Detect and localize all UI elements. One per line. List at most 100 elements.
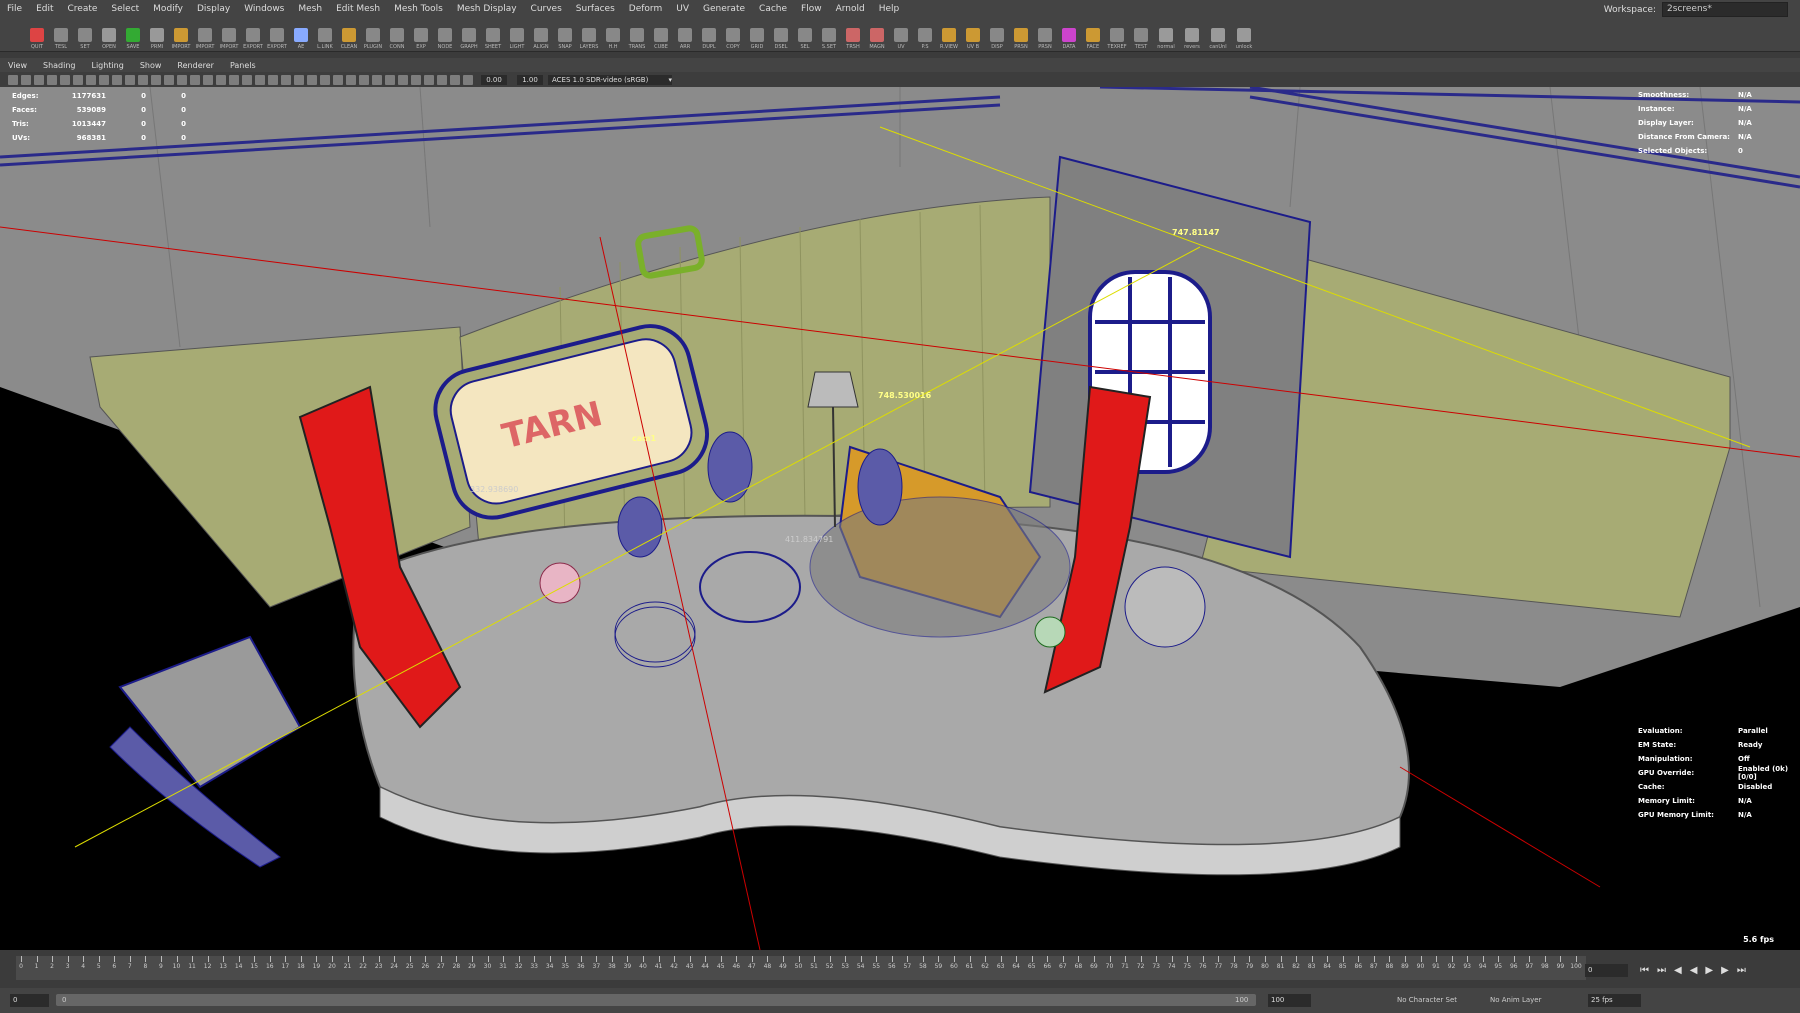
viewport-tool-icon[interactable] (99, 74, 109, 85)
viewport-tool-icon[interactable] (86, 74, 96, 85)
viewport-tool-icon[interactable] (398, 74, 408, 85)
viewport-tool-icon[interactable] (450, 74, 460, 85)
shelf-button-clean[interactable]: CLEAN (338, 20, 360, 50)
gamma-field[interactable]: 1.00 (517, 74, 543, 85)
viewport-tool-icon[interactable] (34, 74, 44, 85)
3d-viewport[interactable]: TARN 747.81147 748.530016 cam1 332.93869… (0, 87, 1800, 950)
shelf-button-dsel[interactable]: DSEL (770, 20, 792, 50)
shelf-button-h-h[interactable]: H.H (602, 20, 624, 50)
shelf-button-magn[interactable]: MAGN (866, 20, 888, 50)
shelf-button-copy[interactable]: COPY (722, 20, 744, 50)
viewport-tool-icon[interactable] (333, 74, 343, 85)
character-set-label[interactable]: No Character Set (1397, 996, 1457, 1004)
menu-edit[interactable]: Edit (29, 4, 60, 14)
shelf-button-uv[interactable]: UV (890, 20, 912, 50)
shelf-button-tesl[interactable]: TESL (50, 20, 72, 50)
menu-deform[interactable]: Deform (622, 4, 669, 14)
viewport-tool-icon[interactable] (216, 74, 226, 85)
viewport-tool-icon[interactable] (242, 74, 252, 85)
shelf-button-sheet[interactable]: SHEET (482, 20, 504, 50)
workspace-dropdown[interactable]: 2screens* (1662, 2, 1788, 17)
panel-menu-panels[interactable]: Panels (222, 61, 264, 70)
menu-mesh-display[interactable]: Mesh Display (450, 4, 524, 14)
viewport-tool-icon[interactable] (190, 74, 200, 85)
viewport-tool-icon[interactable] (372, 74, 382, 85)
menu-modify[interactable]: Modify (146, 4, 190, 14)
shelf-button-trsh[interactable]: TRSH (842, 20, 864, 50)
shelf-button-open[interactable]: OPEN (98, 20, 120, 50)
go-end-icon[interactable]: ⏭ (1737, 965, 1746, 976)
menu-curves[interactable]: Curves (524, 4, 569, 14)
viewport-tool-icon[interactable] (255, 74, 265, 85)
viewport-tool-icon[interactable] (385, 74, 395, 85)
end-time-field[interactable]: 100 (1268, 994, 1311, 1007)
viewport-tool-icon[interactable] (47, 74, 57, 85)
shelf-button-s-set[interactable]: S.SET (818, 20, 840, 50)
shelf-button-grid[interactable]: GRID (746, 20, 768, 50)
shelf-button-exp[interactable]: EXP (410, 20, 432, 50)
shelf-button-trans[interactable]: TRANS (626, 20, 648, 50)
fps-dropdown[interactable]: 25 fps (1588, 994, 1641, 1007)
viewport-tool-icon[interactable] (307, 74, 317, 85)
panel-menu-lighting[interactable]: Lighting (83, 61, 131, 70)
time-ruler[interactable]: 0 1 2 3 4 5 6 7 8 9 10 11 12 13 14 15 16 17 18 19 20 21 22 23 24… (16, 956, 1586, 980)
menu-windows[interactable]: Windows (237, 4, 291, 14)
viewport-tool-icon[interactable] (463, 74, 473, 85)
shelf-button-layers[interactable]: LAYERS (578, 20, 600, 50)
viewport-tool-icon[interactable] (294, 74, 304, 85)
shelf-button-align[interactable]: ALIGN (530, 20, 552, 50)
shelf-button-disp[interactable]: DISP (986, 20, 1008, 50)
play-forward-icon[interactable]: ▶ (1705, 965, 1713, 976)
shelf-button-p-s[interactable]: P.S (914, 20, 936, 50)
shelf-button-export[interactable]: EXPORT (266, 20, 288, 50)
menu-display[interactable]: Display (190, 4, 237, 14)
shelf-button-prmi[interactable]: PRMI (146, 20, 168, 50)
shelf-button-normal[interactable]: normal (1154, 20, 1178, 50)
shelf-button-dupl[interactable]: DUPL (698, 20, 720, 50)
shelf-button-prsn[interactable]: PRSN (1010, 20, 1032, 50)
scene-render[interactable]: TARN 747.81147 748.530016 cam1 332.93869… (0, 87, 1800, 950)
menu-edit-mesh[interactable]: Edit Mesh (329, 4, 387, 14)
step-back-icon[interactable]: ◀ (1674, 965, 1682, 976)
menu-generate[interactable]: Generate (696, 4, 752, 14)
colorspace-dropdown[interactable]: ACES 1.0 SDR-video (sRGB) ▾ (548, 74, 672, 85)
viewport-tool-icon[interactable] (268, 74, 278, 85)
viewport-tool-icon[interactable] (320, 74, 330, 85)
viewport-tool-icon[interactable] (203, 74, 213, 85)
shelf-button-test[interactable]: TEST (1130, 20, 1152, 50)
shelf-button-uv-b[interactable]: UV B (962, 20, 984, 50)
shelf-button-canUnl[interactable]: canUnl (1206, 20, 1230, 50)
menu-uv[interactable]: UV (669, 4, 696, 14)
viewport-tool-icon[interactable] (424, 74, 434, 85)
shelf-button-quit[interactable]: QUIT (26, 20, 48, 50)
shelf-button-texref[interactable]: TEXREF (1106, 20, 1128, 50)
menu-file[interactable]: File (0, 4, 29, 14)
viewport-tool-icon[interactable] (346, 74, 356, 85)
shelf-button-export[interactable]: EXPORT (242, 20, 264, 50)
viewport-tool-icon[interactable] (151, 74, 161, 85)
menu-arnold[interactable]: Arnold (829, 4, 872, 14)
panel-menu-shading[interactable]: Shading (35, 61, 84, 70)
shelf-button-cube[interactable]: CUBE (650, 20, 672, 50)
menu-create[interactable]: Create (61, 4, 105, 14)
viewport-tool-icon[interactable] (138, 74, 148, 85)
menu-select[interactable]: Select (104, 4, 146, 14)
workspace-selector[interactable]: Workspace: 2screens* (1604, 2, 1788, 17)
range-slider[interactable] (56, 994, 1256, 1006)
start-time-field[interactable]: 0 (10, 994, 49, 1007)
viewport-tool-icon[interactable] (164, 74, 174, 85)
panel-menu-renderer[interactable]: Renderer (169, 61, 222, 70)
shelf-button-plugin[interactable]: PLUGIN (362, 20, 384, 50)
exposure-field[interactable]: 0.00 (481, 74, 507, 85)
viewport-tool-icon[interactable] (125, 74, 135, 85)
viewport-tool-icon[interactable] (112, 74, 122, 85)
viewport-tool-icon[interactable] (8, 74, 18, 85)
menu-help[interactable]: Help (872, 4, 907, 14)
shelf-button-set[interactable]: SET (74, 20, 96, 50)
current-frame-field[interactable]: 0 (1585, 964, 1628, 977)
anim-layer-label[interactable]: No Anim Layer (1490, 996, 1541, 1004)
shelf-button-import[interactable]: IMPORT (170, 20, 192, 50)
viewport-tool-icon[interactable] (281, 74, 291, 85)
shelf-button-light[interactable]: LIGHT (506, 20, 528, 50)
shelf-button-unlock[interactable]: unlock (1232, 20, 1256, 50)
